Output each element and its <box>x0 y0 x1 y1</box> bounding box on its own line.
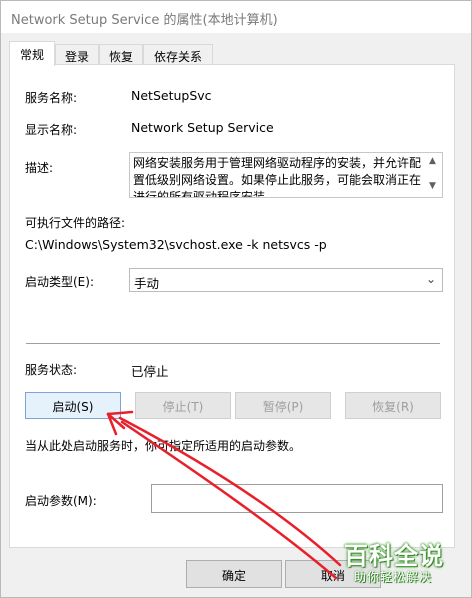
ok-button[interactable]: 确定 <box>186 560 282 588</box>
startup-type-value: 手动 <box>134 276 160 291</box>
tab-general[interactable]: 常规 <box>9 41 55 66</box>
service-name-label: 服务名称: <box>25 91 78 105</box>
description-text: 网络安装服务用于管理网络驱动程序的安装，并允许配置低级别网络设置。如果停止此服务… <box>133 156 422 198</box>
start-params-hint: 当从此处启动服务时，你可指定所适用的启动参数。 <box>25 439 302 453</box>
service-name-value: NetSetupSvc <box>131 88 212 103</box>
description-label: 描述: <box>25 161 54 175</box>
tab-recovery[interactable]: 恢复 <box>99 44 143 65</box>
watermark-logo: 百科全说 助你轻松解决 <box>340 536 464 592</box>
service-properties-window: Network Setup Service 的属性(本地计算机) 常规 登录 恢… <box>0 0 472 598</box>
start-params-label: 启动参数(M): <box>25 494 97 508</box>
service-status-value: 已停止 <box>131 364 169 379</box>
tab-dependencies[interactable]: 依存关系 <box>143 44 213 65</box>
tab-logon[interactable]: 登录 <box>55 44 99 65</box>
description-scrollbar[interactable]: ▲ ▼ <box>425 153 442 197</box>
exe-path-label: 可执行文件的路径: <box>25 216 126 230</box>
description-box[interactable]: 网络安装服务用于管理网络驱动程序的安装，并允许配置低级别网络设置。如果停止此服务… <box>129 152 443 198</box>
title-bar: Network Setup Service 的属性(本地计算机) <box>1 1 471 33</box>
general-panel: 服务名称: NetSetupSvc 显示名称: Network Setup Se… <box>9 64 455 548</box>
startup-type-label: 启动类型(E): <box>25 275 94 289</box>
pause-button[interactable]: 暂停(P) <box>235 392 331 419</box>
section-divider <box>26 343 440 344</box>
startup-type-select[interactable]: 手动 ⌄ <box>129 268 443 292</box>
watermark-subtitle: 助你轻松解决 <box>354 570 433 584</box>
start-button[interactable]: 启动(S) <box>25 392 121 419</box>
watermark-title: 百科全说 <box>344 542 444 570</box>
chevron-down-icon: ⌄ <box>425 272 436 286</box>
exe-path-value: C:\Windows\System32\svchost.exe -k netsv… <box>25 237 327 252</box>
stop-button[interactable]: 停止(T) <box>135 392 231 419</box>
start-params-input[interactable] <box>151 484 443 513</box>
window-title: Network Setup Service 的属性(本地计算机) <box>11 13 278 28</box>
display-name-value[interactable]: Network Setup Service <box>131 120 274 135</box>
scroll-up-icon[interactable]: ▲ <box>429 156 436 166</box>
service-status-label: 服务状态: <box>25 363 78 377</box>
resume-button[interactable]: 恢复(R) <box>345 392 441 419</box>
scroll-down-icon[interactable]: ▼ <box>429 181 436 191</box>
display-name-label: 显示名称: <box>25 123 78 137</box>
